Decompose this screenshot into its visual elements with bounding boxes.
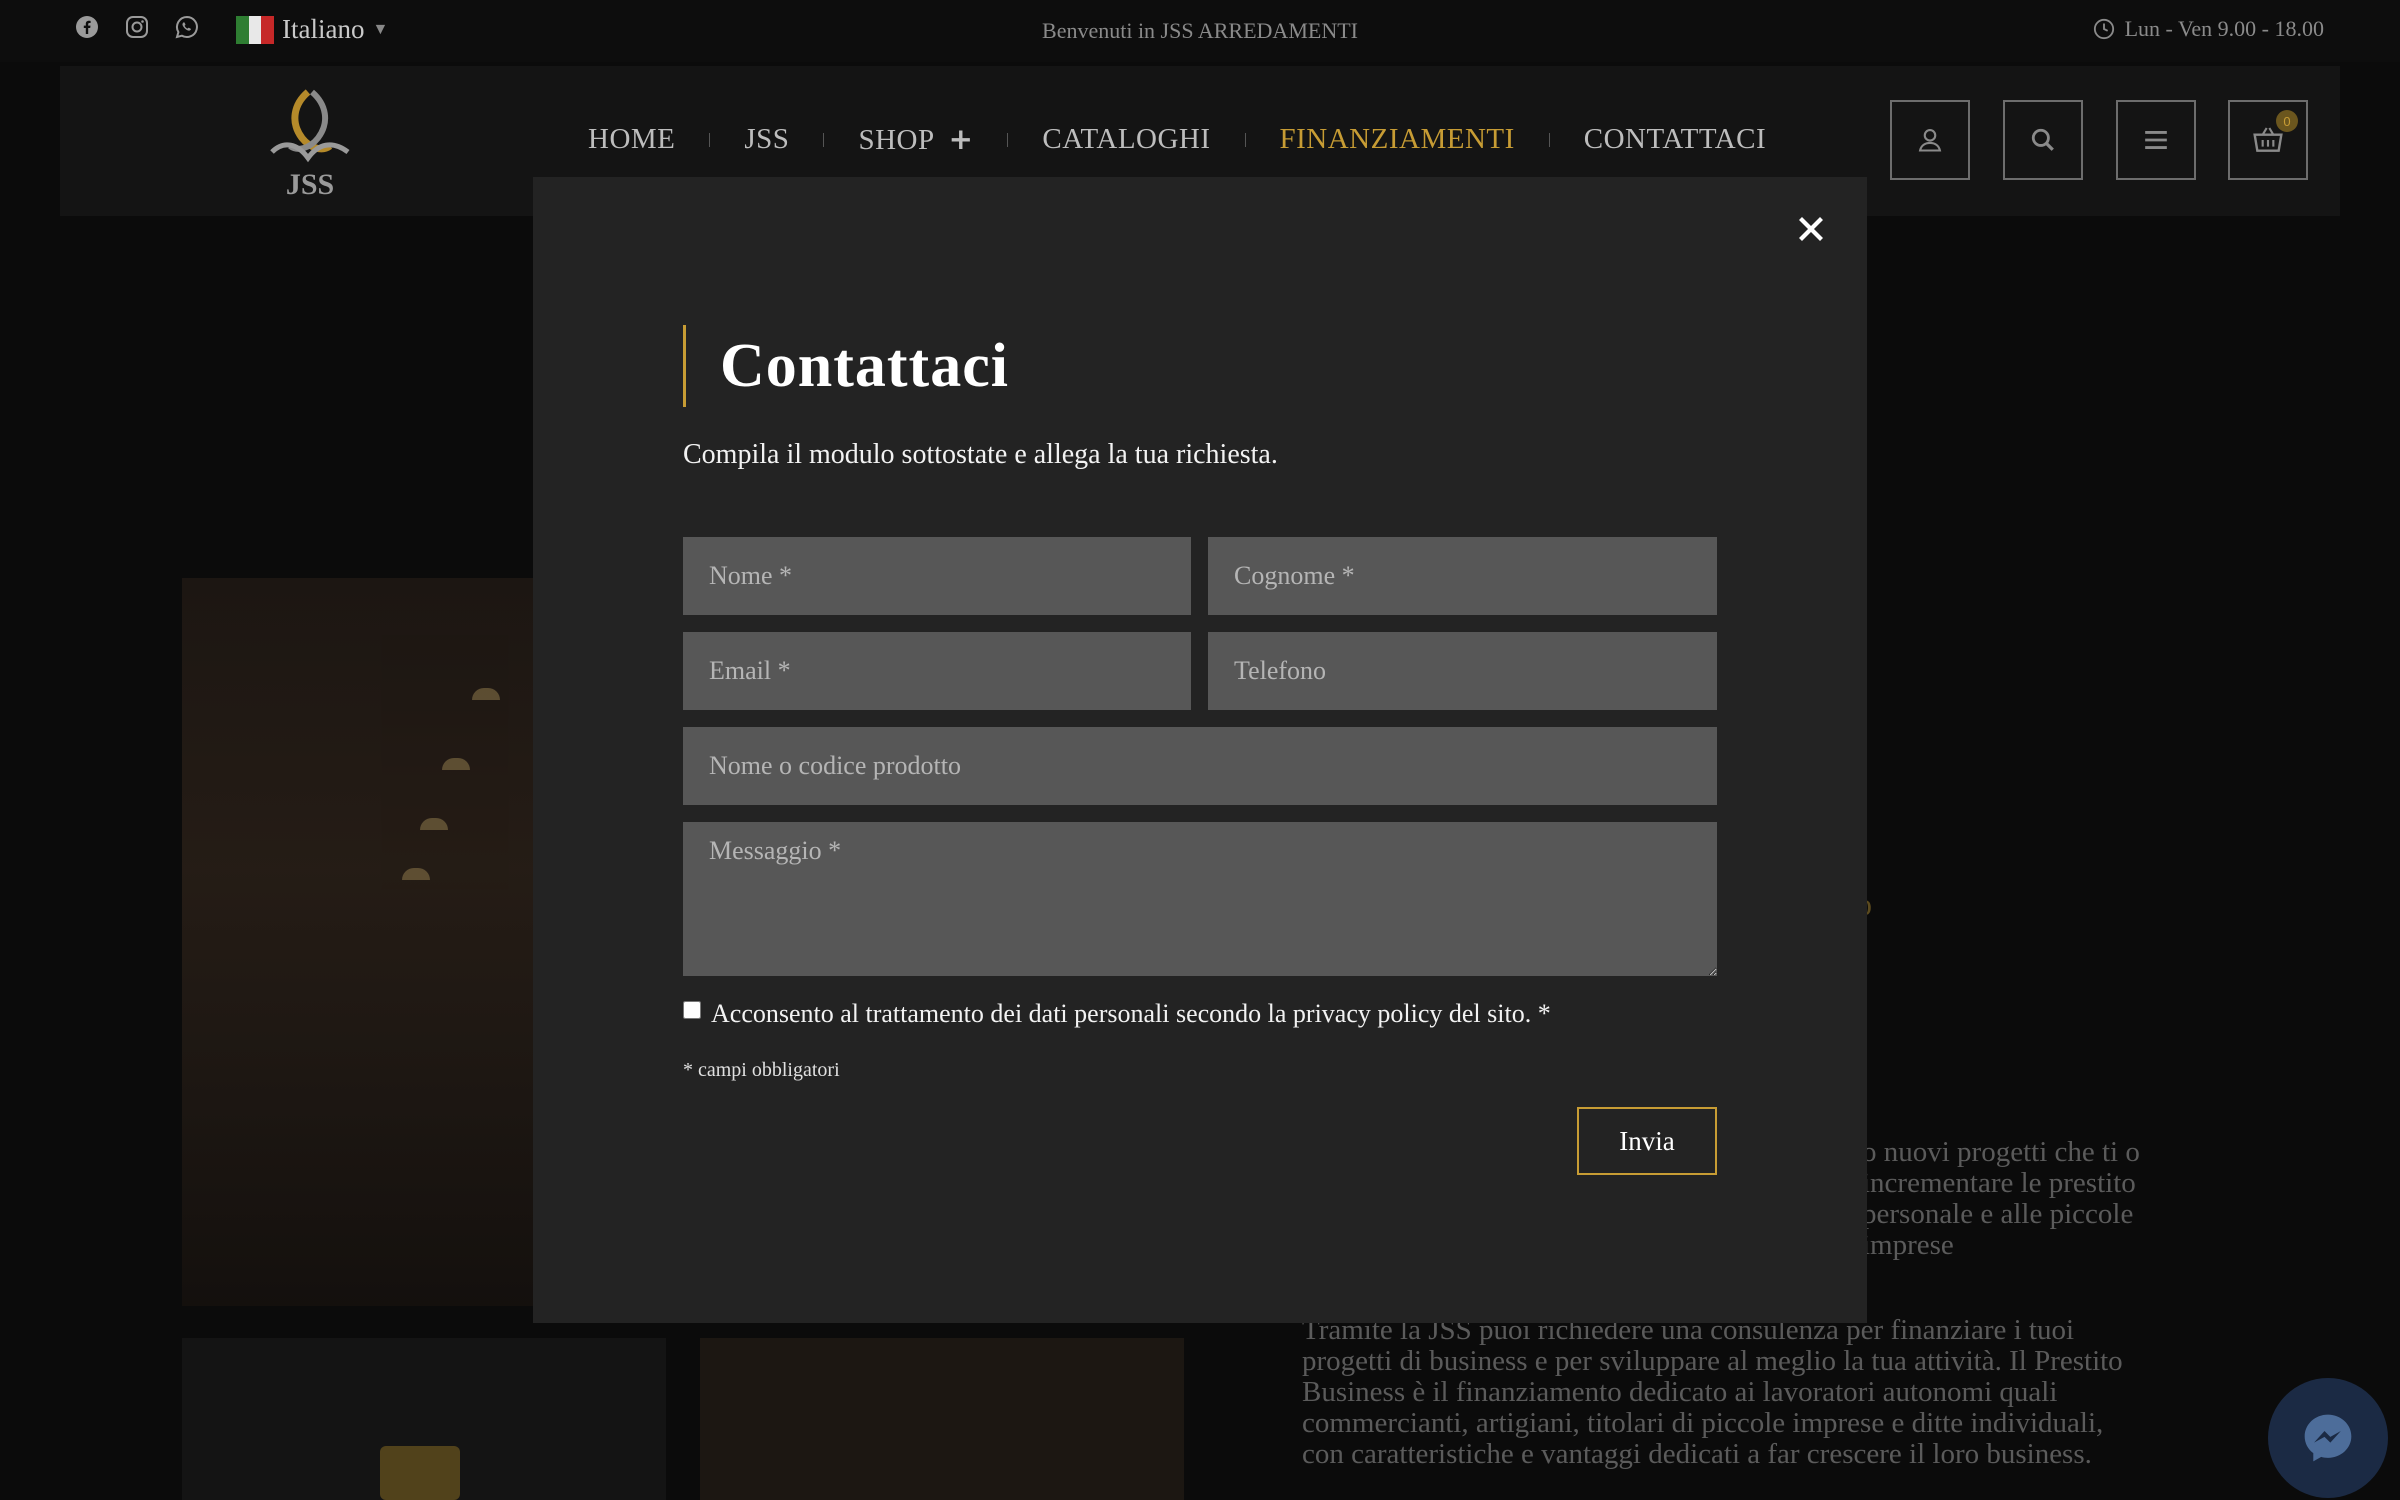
modal-title-block: Contattaci [683,325,1009,407]
phone-input[interactable] [1208,632,1717,710]
contact-modal: Contattaci Compila il modulo sottostate … [533,177,1867,1323]
modal-subtitle: Compila il modulo sottostate e allega la… [683,439,1278,470]
last-name-input[interactable] [1208,537,1717,615]
close-icon [1799,217,1823,241]
message-textarea[interactable] [683,822,1717,976]
privacy-consent-label: Acconsento al trattamento dei dati perso… [711,999,1551,1028]
close-button[interactable] [1789,207,1833,251]
privacy-checkbox[interactable] [683,1001,701,1019]
submit-button[interactable]: Invia [1577,1107,1717,1175]
privacy-consent[interactable]: Acconsento al trattamento dei dati perso… [683,999,1551,1029]
first-name-input[interactable] [683,537,1191,615]
product-input[interactable] [683,727,1717,805]
required-fields-note: * campi obbligatori [683,1059,840,1081]
modal-title: Contattaci [720,331,1009,400]
email-input[interactable] [683,632,1191,710]
